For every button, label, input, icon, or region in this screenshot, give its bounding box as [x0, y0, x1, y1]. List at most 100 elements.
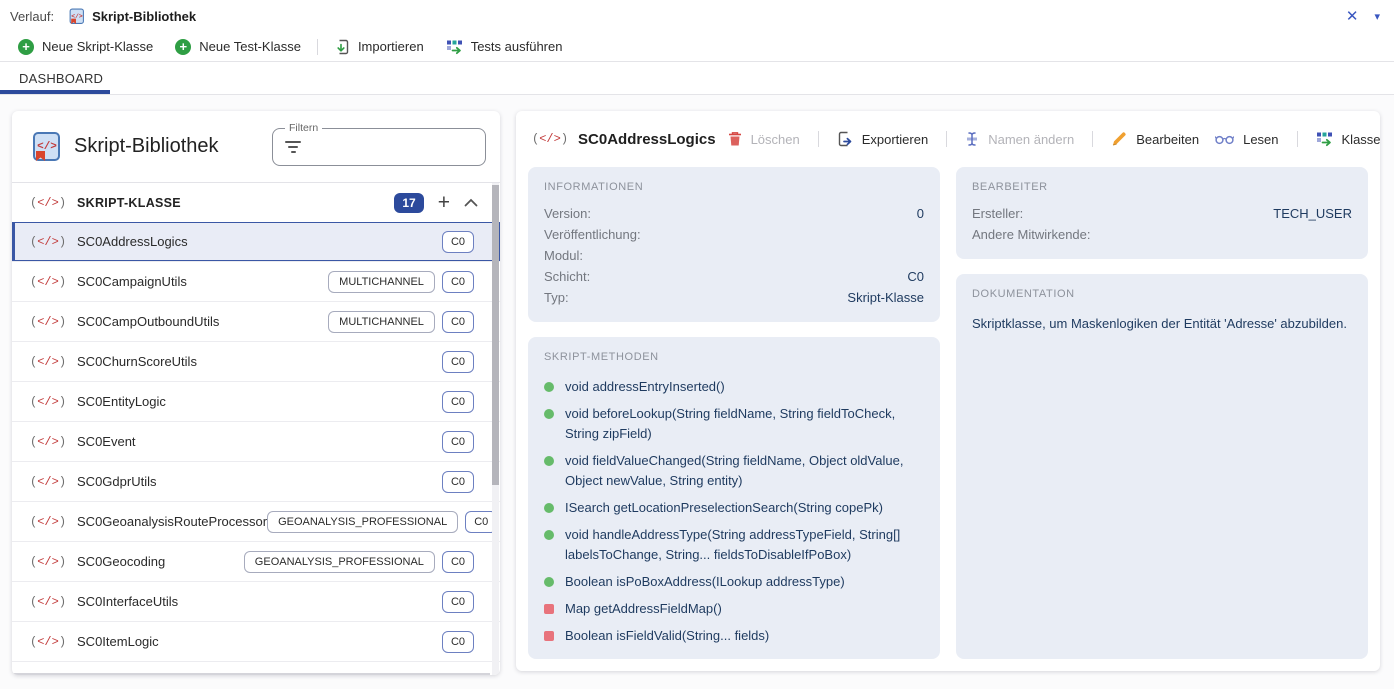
- tab-strip: DASHBOARD: [0, 62, 1394, 95]
- toolbar-separator: [317, 39, 318, 55]
- main-area: </> Skript-Bibliothek Filtern (</>) SKRI…: [0, 95, 1394, 689]
- run-tests-button[interactable]: Tests ausführen: [440, 35, 569, 59]
- test-class-label: Klasse testen: [1342, 132, 1380, 147]
- code-class-icon: (</>): [30, 355, 66, 369]
- info-label: Typ:: [544, 287, 569, 308]
- method-item: void handleAddressType(String addressTyp…: [544, 525, 924, 565]
- top-bar: Verlauf: </> Skript-Bibliothek ✕ ▾: [0, 0, 1394, 32]
- method-signature: void addressEntryInserted(): [565, 377, 725, 397]
- scrollbar-thumb[interactable]: [492, 185, 499, 485]
- method-item: Boolean isFieldValid(String... fields): [544, 626, 924, 646]
- text-cursor-icon: [965, 131, 979, 147]
- documentation-box: DOKUMENTATION Skriptklasse, um Maskenlog…: [956, 274, 1368, 659]
- add-class-button[interactable]: +: [438, 194, 450, 212]
- run-tests-label: Tests ausführen: [471, 39, 563, 54]
- new-script-class-button[interactable]: + Neue Skript-Klasse: [12, 35, 159, 59]
- list-item-sc0entitylogic[interactable]: (</>) SC0EntityLogic C0: [12, 382, 500, 422]
- documentation-text: Skriptklasse, um Maskenlogiken der Entit…: [972, 314, 1352, 334]
- info-label: Version:: [544, 203, 591, 224]
- library-header: </> Skript-Bibliothek Filtern: [12, 111, 500, 182]
- section-header-skript-klasse: (</>) SKRIPT-KLASSE 17 +: [12, 182, 500, 222]
- layer-badge: C0: [442, 271, 474, 293]
- public-method-icon: [544, 382, 554, 392]
- method-signature: void beforeLookup(String fieldName, Stri…: [565, 404, 924, 444]
- collapse-section-button[interactable]: [464, 198, 478, 207]
- list-item-sc0gdprutils[interactable]: (</>) SC0GdprUtils C0: [12, 462, 500, 502]
- detail-grid: INFORMATIONEN Version:0 Veröffentlichung…: [516, 167, 1380, 671]
- history-tab-title: Skript-Bibliothek: [92, 9, 196, 24]
- list-item-sc0geocoding[interactable]: (</>) SC0Geocoding GEOANALYSIS_PROFESSIO…: [12, 542, 500, 582]
- filter-field[interactable]: Filtern: [272, 128, 486, 166]
- import-icon: [334, 39, 350, 55]
- method-item: void beforeLookup(String fieldName, Stri…: [544, 404, 924, 444]
- export-label: Exportieren: [862, 132, 928, 147]
- module-badge: GEOANALYSIS_PROFESSIONAL: [267, 511, 458, 533]
- public-method-icon: [544, 456, 554, 466]
- layer-badge: C0: [442, 591, 474, 613]
- list-item-sc0geoanalysisrouteprocessor[interactable]: (</>) SC0GeoanalysisRouteProcessor GEOAN…: [12, 502, 500, 542]
- glasses-icon: [1215, 133, 1234, 145]
- list-item-sc0interfaceutils[interactable]: (</>) SC0InterfaceUtils C0: [12, 582, 500, 622]
- detail-actions: Löschen Exportieren: [726, 127, 1380, 151]
- editors-heading: BEARBEITER: [972, 181, 1352, 193]
- import-button[interactable]: Importieren: [328, 35, 430, 59]
- action-separator: [818, 131, 819, 147]
- module-badge: GEOANALYSIS_PROFESSIONAL: [244, 551, 435, 573]
- method-item: void addressEntryInserted(): [544, 377, 924, 397]
- class-name: SC0Event: [77, 434, 136, 449]
- layer-badge: C0: [442, 231, 474, 253]
- page-title: Skript-Bibliothek: [74, 135, 219, 158]
- read-button[interactable]: Lesen: [1213, 128, 1280, 151]
- chevron-down-icon[interactable]: ▾: [1374, 10, 1380, 23]
- delete-button[interactable]: Löschen: [726, 127, 802, 151]
- new-test-class-label: Neue Test-Klasse: [199, 39, 301, 54]
- method-signature: void fieldValueChanged(String fieldName,…: [565, 451, 924, 491]
- class-name: SC0ChurnScoreUtils: [77, 354, 197, 369]
- layer-badge: C0: [442, 311, 474, 333]
- method-item: ISearch getLocationPreselectionSearch(St…: [544, 498, 924, 518]
- private-method-icon: [544, 604, 554, 614]
- info-value: C0: [907, 266, 924, 287]
- editors-label: Andere Mitwirkende:: [972, 224, 1091, 245]
- private-method-icon: [544, 631, 554, 641]
- history-tab-skript-bibliothek[interactable]: </> Skript-Bibliothek: [68, 8, 196, 25]
- tab-dashboard[interactable]: DASHBOARD: [0, 62, 110, 94]
- layer-badge: C0: [442, 631, 474, 653]
- class-name: SC0CampOutboundUtils: [77, 314, 219, 329]
- class-name: SC0EntityLogic: [77, 394, 166, 409]
- module-badge: MULTICHANNEL: [328, 271, 435, 293]
- test-class-button[interactable]: Klasse testen: [1314, 127, 1380, 151]
- public-method-icon: [544, 409, 554, 419]
- script-library-book-icon: </>: [30, 131, 62, 163]
- list-item-sc0churnscoreutils[interactable]: (</>) SC0ChurnScoreUtils C0: [12, 342, 500, 382]
- tab-dashboard-label: DASHBOARD: [19, 71, 103, 86]
- list-item-sc0itemlogic[interactable]: (</>) SC0ItemLogic C0: [12, 622, 500, 662]
- rename-button[interactable]: Namen ändern: [963, 127, 1076, 151]
- list-item-sc0campoutboundutils[interactable]: (</>) SC0CampOutboundUtils MULTICHANNEL …: [12, 302, 500, 342]
- filter-input[interactable]: [309, 129, 485, 165]
- code-class-icon: (</>): [30, 235, 66, 249]
- list-item-sc0event[interactable]: (</>) SC0Event C0: [12, 422, 500, 462]
- class-name: SC0CampaignUtils: [77, 274, 187, 289]
- layer-badge: C0: [442, 471, 474, 493]
- list-item-sc0campaignutils[interactable]: (</>) SC0CampaignUtils MULTICHANNEL C0: [12, 262, 500, 302]
- toolbar: + Neue Skript-Klasse + Neue Test-Klasse …: [0, 32, 1394, 62]
- method-item: void fieldValueChanged(String fieldName,…: [544, 451, 924, 491]
- export-icon: [837, 131, 853, 147]
- editors-label: Ersteller:: [972, 203, 1023, 224]
- list-item-sc0addresslogics[interactable]: (</>) SC0AddressLogics C0: [12, 222, 500, 262]
- script-methods-heading: SKRIPT-METHODEN: [544, 351, 924, 363]
- import-label: Importieren: [358, 39, 424, 54]
- detail-title: SC0AddressLogics: [578, 131, 716, 148]
- class-detail-panel: (</>) SC0AddressLogics Löschen: [516, 111, 1380, 671]
- new-test-class-button[interactable]: + Neue Test-Klasse: [169, 35, 307, 59]
- close-icon[interactable]: ✕: [1346, 7, 1359, 25]
- edit-button[interactable]: Bearbeiten: [1109, 127, 1201, 151]
- code-class-icon: (</>): [30, 515, 66, 529]
- pencil-icon: [1111, 131, 1127, 147]
- export-button[interactable]: Exportieren: [835, 127, 930, 151]
- edit-label: Bearbeiten: [1136, 132, 1199, 147]
- info-value: 0: [917, 203, 924, 224]
- list-scrollbar[interactable]: [492, 183, 499, 675]
- filter-field-label: Filtern: [285, 122, 322, 134]
